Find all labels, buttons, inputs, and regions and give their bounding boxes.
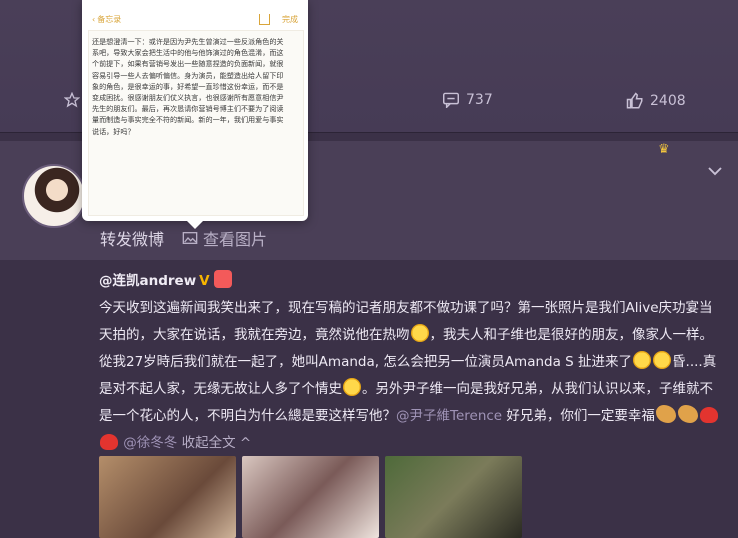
popup-arrow xyxy=(186,220,204,229)
image-thumbnails xyxy=(99,456,522,538)
heart-emoji xyxy=(699,407,718,423)
image-icon xyxy=(182,232,198,244)
post-text-part5: 好兄弟，你们一定要幸福 xyxy=(502,408,655,424)
star-icon xyxy=(64,92,80,108)
post-username[interactable]: @连凯andrew xyxy=(99,273,196,289)
vip-badge-icon: V xyxy=(199,273,210,289)
like-count: 2408 xyxy=(650,93,686,109)
collapse-button[interactable]: 收起全文 ^ xyxy=(182,435,252,451)
comment-icon xyxy=(443,92,459,108)
like-icon xyxy=(626,92,643,109)
comment-button[interactable]: 737 xyxy=(442,92,493,108)
repost-link[interactable]: 转发微博 xyxy=(100,226,164,250)
thumbnail-image[interactable] xyxy=(99,456,236,538)
note-body: 还是想澄清一下：或许是因为尹先生曾演过一些反派角色的关系吧，导致大家会把生活中的… xyxy=(92,37,284,136)
chevron-down-icon[interactable] xyxy=(706,162,724,180)
like-button[interactable]: 2408 xyxy=(626,92,686,110)
image-preview-popup: ‹ 备忘录 完成 还是想澄清一下：或许是因为尹先生曾演过一些反派角色的关系吧，导… xyxy=(82,0,308,221)
view-image-link[interactable]: 查看图片 xyxy=(182,226,267,250)
favorite-button[interactable] xyxy=(64,92,80,108)
thumbnail-image[interactable] xyxy=(242,456,379,538)
note-back-label: 备忘录 xyxy=(97,15,122,24)
arm-emoji xyxy=(677,405,698,423)
medal-icon xyxy=(213,270,232,288)
avatar[interactable] xyxy=(22,164,86,228)
note-toolbar: ‹ 备忘录 完成 xyxy=(92,14,298,25)
crown-icon: ♛ xyxy=(658,142,670,157)
laugh-emoji xyxy=(410,324,429,342)
post-text: @连凯andrew V 今天收到这遍新闻我笑出来了，现在写稿的记者朋友都不做功课了… xyxy=(99,268,725,457)
collapse-label: 收起全文 xyxy=(181,435,236,451)
thumbnail-image[interactable] xyxy=(385,456,522,538)
mention-link[interactable]: @尹子維Terence xyxy=(396,408,502,424)
laugh-emoji xyxy=(633,351,652,369)
laugh-emoji xyxy=(653,351,672,369)
repost-actions: 转发微博 查看图片 xyxy=(100,226,267,250)
arm-emoji xyxy=(655,405,676,423)
comment-count: 737 xyxy=(466,92,493,108)
share-icon xyxy=(259,14,270,25)
note-done-label: 完成 xyxy=(282,15,298,24)
laugh-emoji xyxy=(343,378,361,396)
heart-emoji xyxy=(100,434,118,450)
view-image-label: 查看图片 xyxy=(203,230,268,249)
mention-link[interactable]: @徐冬冬 xyxy=(123,435,177,451)
note-back-button: ‹ 备忘录 xyxy=(92,15,122,24)
